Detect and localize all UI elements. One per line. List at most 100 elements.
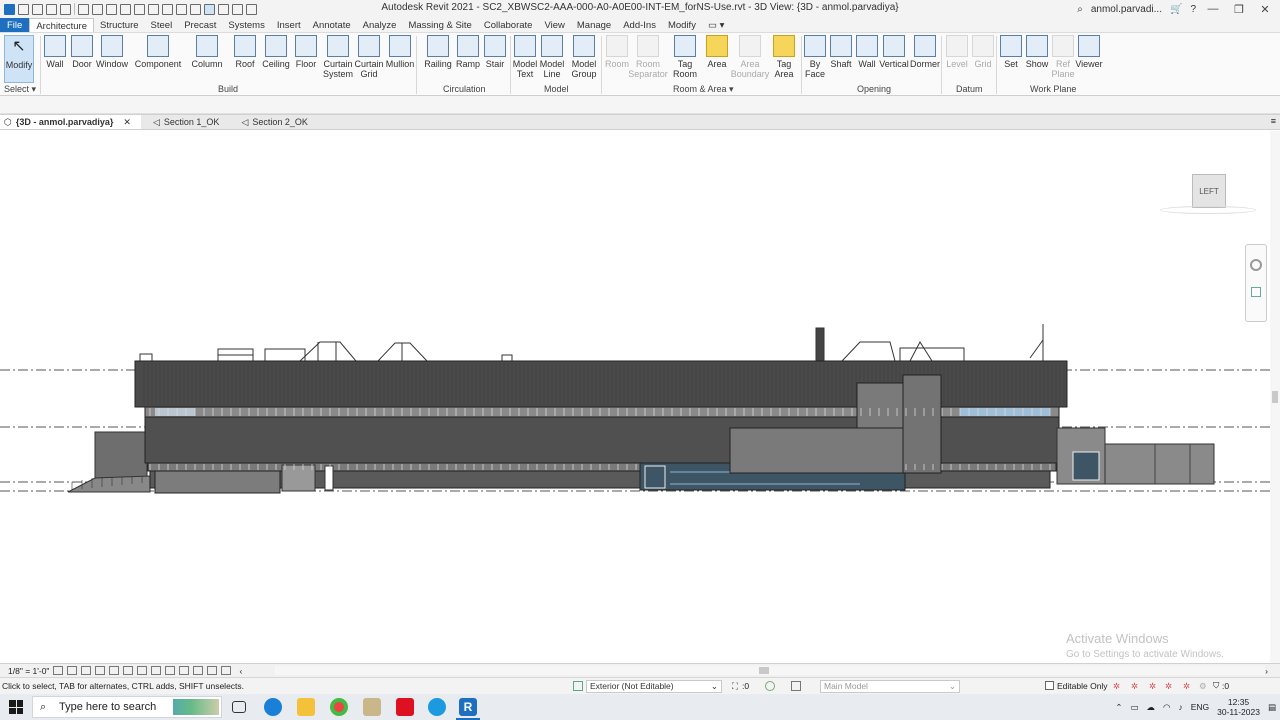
scroll-left-icon[interactable]: ‹: [239, 666, 242, 676]
ribbon-tab-systems[interactable]: Systems: [222, 18, 270, 32]
window-button[interactable]: Window: [96, 35, 128, 85]
model-line-button[interactable]: Model Line: [539, 35, 565, 85]
folder-icon[interactable]: [363, 698, 381, 716]
drawing-canvas[interactable]: [0, 131, 1270, 663]
language-indicator[interactable]: ENG: [1191, 702, 1209, 712]
reveal-hidden-icon[interactable]: [179, 666, 190, 675]
open-icon[interactable]: [32, 3, 43, 15]
binoculars-icon[interactable]: ⌕: [1077, 4, 1083, 15]
viewer-button[interactable]: Viewer: [1075, 35, 1103, 85]
area-button[interactable]: Area: [705, 35, 729, 85]
close-button[interactable]: ✕: [1256, 3, 1274, 16]
filter-icon[interactable]: ⛉: [1213, 680, 1219, 691]
chrome-icon[interactable]: [330, 698, 348, 716]
3d-view-icon[interactable]: [176, 3, 187, 15]
shadows-icon[interactable]: [95, 666, 106, 675]
view-tab-section-2[interactable]: ◁ Section 2_OK: [229, 115, 317, 129]
show-button[interactable]: Show: [1026, 35, 1048, 85]
panel-label-select[interactable]: Select ▾: [4, 84, 36, 95]
by-face-button[interactable]: By Face: [804, 35, 826, 85]
temp-hide-icon[interactable]: [165, 666, 176, 675]
cursor-button[interactable]: ↖ Modify: [4, 35, 34, 83]
task-view-icon[interactable]: [232, 701, 246, 713]
room-separator-button[interactable]: Room Separator: [628, 35, 668, 85]
horizontal-scrollbar[interactable]: [275, 666, 1265, 675]
column-button[interactable]: Column: [191, 35, 223, 85]
volume-icon[interactable]: ♪: [1178, 702, 1182, 712]
area-boundary-button[interactable]: Area Boundary: [731, 35, 769, 85]
switch-windows-icon[interactable]: [232, 3, 243, 15]
vertical-button[interactable]: Vertical: [879, 35, 909, 85]
customize-qat-icon[interactable]: [246, 3, 257, 15]
stair-button[interactable]: Stair: [484, 35, 506, 85]
scroll-thumb[interactable]: [1272, 391, 1278, 403]
ribbon-tab-insert[interactable]: Insert: [271, 18, 307, 32]
render-icon[interactable]: [109, 666, 120, 675]
edge-icon[interactable]: [264, 698, 282, 716]
tag-room-button[interactable]: Tag Room: [672, 35, 698, 85]
ribbon-tab-steel[interactable]: Steel: [145, 18, 179, 32]
analytical-model-icon[interactable]: [193, 666, 204, 675]
ribbon-tab-file[interactable]: File: [0, 18, 30, 32]
skype-icon[interactable]: [428, 698, 446, 716]
windows-start-icon[interactable]: [9, 700, 23, 714]
crop-view-icon[interactable]: [123, 666, 134, 675]
ribbon-tab-manage[interactable]: Manage: [571, 18, 617, 32]
undo-icon[interactable]: [78, 3, 89, 15]
ribbon-tab-analyze[interactable]: Analyze: [357, 18, 403, 32]
close-hidden-icon[interactable]: [218, 3, 229, 15]
view-scale[interactable]: 1/8" = 1'-0": [8, 666, 49, 676]
background-process-icon[interactable]: ⚙: [1199, 681, 1207, 692]
ribbon-tab-annotate[interactable]: Annotate: [307, 18, 357, 32]
network-icon[interactable]: ▭: [1130, 702, 1138, 713]
tabs-menu-icon[interactable]: ≡: [1271, 116, 1276, 126]
sync-icon[interactable]: [60, 3, 71, 15]
ceiling-button[interactable]: Ceiling: [262, 35, 290, 85]
user-account[interactable]: anmol.parvadi...: [1091, 4, 1162, 15]
roof-button[interactable]: Roof: [234, 35, 256, 85]
select-links-icon[interactable]: ✲: [1113, 681, 1120, 692]
tag-area-button[interactable]: Tag Area: [772, 35, 796, 85]
ramp-button[interactable]: Ramp: [456, 35, 480, 85]
clock[interactable]: 12:35 30-11-2023: [1217, 697, 1260, 717]
editable-only-checkbox[interactable]: [1045, 681, 1054, 690]
zoom-icon[interactable]: [1251, 287, 1261, 297]
recent-files-icon[interactable]: [18, 3, 29, 15]
room-button[interactable]: Room: [605, 35, 629, 85]
model-text-button[interactable]: Model Text: [513, 35, 537, 85]
view-tab-section-1[interactable]: ◁ Section 1_OK: [141, 115, 229, 129]
view-tab-3d[interactable]: ⬡ {3D - anmol.parvadiya} ✕: [0, 115, 141, 129]
ribbon-tab-collaborate[interactable]: Collaborate: [478, 18, 539, 32]
set-button[interactable]: Set: [1000, 35, 1022, 85]
scroll-right-icon[interactable]: ›: [1265, 666, 1268, 676]
shaft-button[interactable]: Shaft: [829, 35, 853, 85]
highlight-displacement-icon[interactable]: [207, 666, 218, 675]
view-cube-ring[interactable]: [1160, 206, 1256, 214]
level-button[interactable]: Level: [946, 35, 968, 85]
print-icon[interactable]: [106, 3, 117, 15]
steering-wheel-icon[interactable]: [1250, 259, 1262, 271]
drag-elements-icon[interactable]: ✲: [1183, 681, 1190, 692]
notifications-icon[interactable]: ▤: [1268, 702, 1276, 713]
visual-style-icon[interactable]: [67, 666, 78, 675]
dimension-icon[interactable]: [134, 3, 145, 15]
acrobat-icon[interactable]: [396, 698, 414, 716]
grid-button[interactable]: Grid: [972, 35, 994, 85]
thin-lines-icon[interactable]: [204, 3, 215, 15]
redo-icon[interactable]: [92, 3, 103, 15]
wall-button[interactable]: Wall: [44, 35, 66, 85]
model-group-button[interactable]: Model Group: [570, 35, 598, 85]
ribbon-tab-view[interactable]: View: [538, 18, 570, 32]
restore-button[interactable]: ❐: [1230, 3, 1248, 16]
sun-path-icon[interactable]: [81, 666, 92, 675]
ribbon-tab-structure[interactable]: Structure: [94, 18, 145, 32]
dormer-button[interactable]: Dormer: [910, 35, 940, 85]
ribbon-tab-massing-site[interactable]: Massing & Site: [402, 18, 477, 32]
minimize-button[interactable]: —: [1204, 3, 1222, 15]
design-option-select[interactable]: Main Model ⌄: [820, 680, 960, 693]
measure-icon[interactable]: [120, 3, 131, 15]
cart-icon[interactable]: 🛒: [1170, 4, 1182, 15]
wifi-icon[interactable]: ◠: [1163, 702, 1170, 713]
constraints-icon[interactable]: [221, 666, 232, 675]
hscroll-thumb[interactable]: [759, 667, 769, 674]
